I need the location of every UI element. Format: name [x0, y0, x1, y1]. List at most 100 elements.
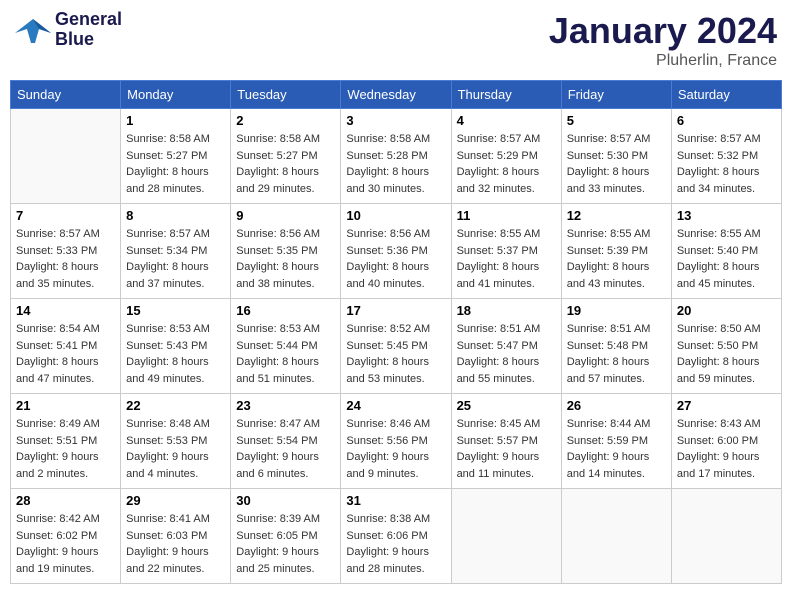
calendar-cell — [671, 489, 781, 584]
logo: General Blue — [15, 10, 122, 50]
day-info: Sunrise: 8:39 AMSunset: 6:05 PMDaylight:… — [236, 511, 335, 577]
day-info: Sunrise: 8:58 AMSunset: 5:27 PMDaylight:… — [126, 131, 225, 197]
calendar-cell: 2 Sunrise: 8:58 AMSunset: 5:27 PMDaylight… — [231, 109, 341, 204]
day-info: Sunrise: 8:55 AMSunset: 5:40 PMDaylight:… — [677, 226, 776, 292]
day-info: Sunrise: 8:43 AMSunset: 6:00 PMDaylight:… — [677, 416, 776, 482]
calendar-cell: 26Sunrise: 8:44 AMSunset: 5:59 PMDayligh… — [561, 394, 671, 489]
day-info: Sunrise: 8:38 AMSunset: 6:06 PMDaylight:… — [346, 511, 445, 577]
calendar-cell: 18 Sunrise: 8:51 AMSunset: 5:47 PMDayligh… — [451, 299, 561, 394]
day-number: 27 — [677, 398, 776, 413]
calendar-cell: 22 Sunrise: 8:48 AMSunset: 5:53 PMDayligh… — [121, 394, 231, 489]
calendar-cell — [561, 489, 671, 584]
day-info: Sunrise: 8:44 AMSunset: 5:59 PMDaylight:… — [567, 416, 666, 482]
logo-text: General Blue — [55, 10, 122, 50]
day-number: 30 — [236, 493, 335, 508]
day-number: 28 — [16, 493, 115, 508]
day-number: 10 — [346, 208, 445, 223]
calendar-cell: 14 Sunrise: 8:54 AMSunset: 5:41 PMDayligh… — [11, 299, 121, 394]
day-info: Sunrise: 8:57 AMSunset: 5:30 PMDaylight:… — [567, 131, 666, 197]
day-number: 3 — [346, 113, 445, 128]
weekday-header: Tuesday — [231, 81, 341, 109]
calendar-cell: 25Sunrise: 8:45 AMSunset: 5:57 PMDayligh… — [451, 394, 561, 489]
calendar-cell: 13 Sunrise: 8:55 AMSunset: 5:40 PMDayligh… — [671, 204, 781, 299]
calendar-cell: 6Sunrise: 8:57 AMSunset: 5:32 PMDaylight… — [671, 109, 781, 204]
day-number: 19 — [567, 303, 666, 318]
calendar-cell: 10 Sunrise: 8:56 AMSunset: 5:36 PMDayligh… — [341, 204, 451, 299]
day-info: Sunrise: 8:56 AMSunset: 5:36 PMDaylight:… — [346, 226, 445, 292]
day-number: 13 — [677, 208, 776, 223]
calendar-cell: 31 Sunrise: 8:38 AMSunset: 6:06 PMDayligh… — [341, 489, 451, 584]
day-info: Sunrise: 8:45 AMSunset: 5:57 PMDaylight:… — [457, 416, 556, 482]
day-number: 12 — [567, 208, 666, 223]
calendar-cell: 15 Sunrise: 8:53 AMSunset: 5:43 PMDayligh… — [121, 299, 231, 394]
day-info: Sunrise: 8:51 AMSunset: 5:48 PMDaylight:… — [567, 321, 666, 387]
day-info: Sunrise: 8:53 AMSunset: 5:43 PMDaylight:… — [126, 321, 225, 387]
weekday-header: Wednesday — [341, 81, 451, 109]
day-number: 1 — [126, 113, 225, 128]
day-info: Sunrise: 8:58 AMSunset: 5:28 PMDaylight:… — [346, 131, 445, 197]
page-header: General Blue January 2024 Pluherlin, Fra… — [10, 10, 782, 70]
calendar-cell: 8Sunrise: 8:57 AMSunset: 5:34 PMDaylight… — [121, 204, 231, 299]
calendar-cell: 21 Sunrise: 8:49 AMSunset: 5:51 PMDayligh… — [11, 394, 121, 489]
calendar-cell: 24 Sunrise: 8:46 AMSunset: 5:56 PMDayligh… — [341, 394, 451, 489]
calendar-cell: 7Sunrise: 8:57 AMSunset: 5:33 PMDaylight… — [11, 204, 121, 299]
day-number: 4 — [457, 113, 556, 128]
day-number: 5 — [567, 113, 666, 128]
day-number: 24 — [346, 398, 445, 413]
calendar-week-row: 28 Sunrise: 8:42 AMSunset: 6:02 PMDayligh… — [11, 489, 782, 584]
calendar-week-row: 14 Sunrise: 8:54 AMSunset: 5:41 PMDayligh… — [11, 299, 782, 394]
day-info: Sunrise: 8:57 AMSunset: 5:34 PMDaylight:… — [126, 226, 225, 292]
calendar-cell: 5 Sunrise: 8:57 AMSunset: 5:30 PMDaylight… — [561, 109, 671, 204]
calendar-cell: 29Sunrise: 8:41 AMSunset: 6:03 PMDayligh… — [121, 489, 231, 584]
day-number: 17 — [346, 303, 445, 318]
day-info: Sunrise: 8:57 AMSunset: 5:29 PMDaylight:… — [457, 131, 556, 197]
day-number: 6 — [677, 113, 776, 128]
day-number: 29 — [126, 493, 225, 508]
calendar-cell: 4 Sunrise: 8:57 AMSunset: 5:29 PMDaylight… — [451, 109, 561, 204]
calendar-week-row: 7Sunrise: 8:57 AMSunset: 5:33 PMDaylight… — [11, 204, 782, 299]
calendar-header-row: SundayMondayTuesdayWednesdayThursdayFrid… — [11, 81, 782, 109]
day-number: 31 — [346, 493, 445, 508]
day-number: 14 — [16, 303, 115, 318]
day-info: Sunrise: 8:49 AMSunset: 5:51 PMDaylight:… — [16, 416, 115, 482]
day-number: 15 — [126, 303, 225, 318]
calendar-cell: 27 Sunrise: 8:43 AMSunset: 6:00 PMDayligh… — [671, 394, 781, 489]
calendar-cell: 16 Sunrise: 8:53 AMSunset: 5:44 PMDayligh… — [231, 299, 341, 394]
day-number: 9 — [236, 208, 335, 223]
day-number: 20 — [677, 303, 776, 318]
calendar-cell: 28 Sunrise: 8:42 AMSunset: 6:02 PMDayligh… — [11, 489, 121, 584]
day-info: Sunrise: 8:55 AMSunset: 5:37 PMDaylight:… — [457, 226, 556, 292]
calendar-week-row: 21 Sunrise: 8:49 AMSunset: 5:51 PMDayligh… — [11, 394, 782, 489]
weekday-header: Thursday — [451, 81, 561, 109]
calendar-cell: 9 Sunrise: 8:56 AMSunset: 5:35 PMDaylight… — [231, 204, 341, 299]
day-info: Sunrise: 8:55 AMSunset: 5:39 PMDaylight:… — [567, 226, 666, 292]
calendar-table: SundayMondayTuesdayWednesdayThursdayFrid… — [10, 80, 782, 584]
day-info: Sunrise: 8:58 AMSunset: 5:27 PMDaylight:… — [236, 131, 335, 197]
calendar-week-row: 1 Sunrise: 8:58 AMSunset: 5:27 PMDaylight… — [11, 109, 782, 204]
day-info: Sunrise: 8:51 AMSunset: 5:47 PMDaylight:… — [457, 321, 556, 387]
day-number: 22 — [126, 398, 225, 413]
day-number: 2 — [236, 113, 335, 128]
day-number: 16 — [236, 303, 335, 318]
logo-icon — [15, 15, 51, 45]
day-info: Sunrise: 8:47 AMSunset: 5:54 PMDaylight:… — [236, 416, 335, 482]
day-info: Sunrise: 8:54 AMSunset: 5:41 PMDaylight:… — [16, 321, 115, 387]
day-info: Sunrise: 8:48 AMSunset: 5:53 PMDaylight:… — [126, 416, 225, 482]
day-number: 23 — [236, 398, 335, 413]
day-info: Sunrise: 8:53 AMSunset: 5:44 PMDaylight:… — [236, 321, 335, 387]
calendar-cell: 19 Sunrise: 8:51 AMSunset: 5:48 PMDayligh… — [561, 299, 671, 394]
day-info: Sunrise: 8:46 AMSunset: 5:56 PMDaylight:… — [346, 416, 445, 482]
weekday-header: Monday — [121, 81, 231, 109]
calendar-cell: 11Sunrise: 8:55 AMSunset: 5:37 PMDayligh… — [451, 204, 561, 299]
day-info: Sunrise: 8:57 AMSunset: 5:33 PMDaylight:… — [16, 226, 115, 292]
calendar-cell: 17Sunrise: 8:52 AMSunset: 5:45 PMDayligh… — [341, 299, 451, 394]
day-info: Sunrise: 8:56 AMSunset: 5:35 PMDaylight:… — [236, 226, 335, 292]
calendar-cell: 23 Sunrise: 8:47 AMSunset: 5:54 PMDayligh… — [231, 394, 341, 489]
weekday-header: Sunday — [11, 81, 121, 109]
weekday-header: Saturday — [671, 81, 781, 109]
day-info: Sunrise: 8:42 AMSunset: 6:02 PMDaylight:… — [16, 511, 115, 577]
day-number: 18 — [457, 303, 556, 318]
day-info: Sunrise: 8:50 AMSunset: 5:50 PMDaylight:… — [677, 321, 776, 387]
month-title: January 2024 — [549, 10, 777, 52]
day-number: 21 — [16, 398, 115, 413]
